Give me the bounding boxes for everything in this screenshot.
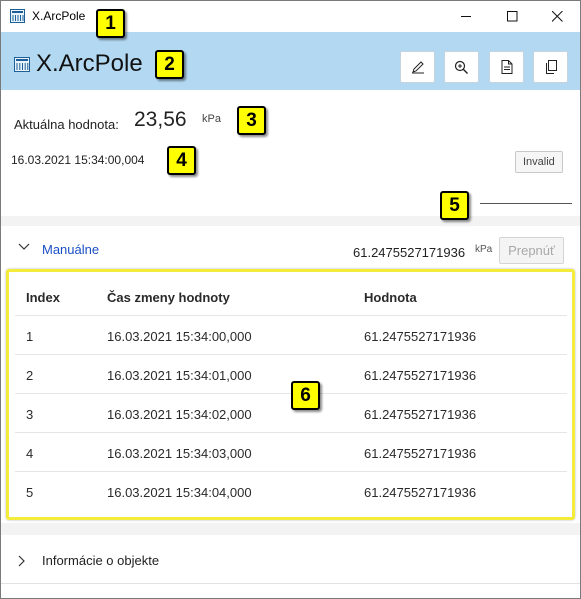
maximize-button[interactable]: [489, 1, 535, 32]
close-button[interactable]: [534, 1, 580, 32]
manual-value: 61.2475527171936: [353, 245, 466, 260]
table-row[interactable]: 5 16.03.2021 15:34:04,000 61.24755271719…: [15, 472, 567, 511]
edit-button[interactable]: [400, 51, 435, 83]
row-time: 16.03.2021 15:34:02,000: [107, 407, 252, 422]
object-icon: [14, 57, 30, 72]
current-value-label: Aktuálna hodnota:: [14, 117, 119, 132]
row-index: 3: [26, 407, 34, 422]
current-value: 23,56: [134, 108, 187, 131]
annotation-marker: 2: [155, 50, 184, 79]
app-icon: [10, 9, 25, 23]
chevron-down-icon[interactable]: [18, 243, 30, 251]
document-icon: [501, 60, 512, 74]
column-header-index[interactable]: Index: [26, 290, 60, 305]
chevron-right-icon[interactable]: [18, 555, 26, 567]
row-index: 2: [26, 368, 34, 383]
annotation-marker: 6: [291, 381, 320, 410]
row-value: 61.2475527171936: [364, 368, 477, 383]
manual-value-unit: kPa: [475, 244, 493, 255]
info-section-toggle[interactable]: Informácie o objekte: [42, 553, 159, 568]
table-header: Index Čas zmeny hodnoty Hodnota: [15, 278, 567, 316]
row-value: 61.2475527171936: [364, 407, 477, 422]
column-header-time[interactable]: Čas zmeny hodnoty: [107, 290, 230, 305]
title-bar: X.ArcPole: [1, 1, 580, 32]
minimize-icon: [460, 16, 471, 17]
section-divider: [1, 523, 580, 535]
annotation-marker: 3: [237, 106, 266, 135]
row-index: 5: [26, 485, 34, 500]
pencil-icon: [411, 61, 424, 74]
minimize-button[interactable]: [443, 1, 489, 32]
copy-button[interactable]: [533, 51, 568, 83]
table-row[interactable]: 4 16.03.2021 15:34:03,000 61.24755271719…: [15, 433, 567, 472]
copy-icon: [545, 60, 557, 74]
zoom-in-icon: [454, 60, 468, 74]
column-header-value[interactable]: Hodnota: [364, 290, 417, 305]
annotation-marker: 5: [440, 191, 469, 220]
row-time: 16.03.2021 15:34:03,000: [107, 446, 252, 461]
table-row[interactable]: 1 16.03.2021 15:34:00,000 61.24755271719…: [15, 316, 567, 355]
annotation-marker: 1: [96, 9, 125, 38]
zoom-button[interactable]: [444, 51, 479, 83]
status-badge: Invalid: [515, 151, 563, 173]
section-divider: [1, 583, 580, 584]
section-divider: [1, 216, 580, 226]
object-header: X.ArcPole: [1, 32, 580, 90]
row-value: 61.2475527171936: [364, 446, 477, 461]
app-window: X.ArcPole X.ArcPole Aktuálna hodnota: 23…: [0, 0, 581, 599]
row-time: 16.03.2021 15:34:04,000: [107, 485, 252, 500]
manual-section-toggle[interactable]: Manuálne: [42, 242, 99, 257]
window-title: X.ArcPole: [32, 9, 86, 23]
document-button[interactable]: [489, 51, 524, 83]
close-icon: [551, 11, 563, 22]
row-time: 16.03.2021 15:34:00,000: [107, 329, 252, 344]
annotation-marker: 4: [167, 146, 196, 175]
current-value-unit: kPa: [202, 113, 221, 125]
page-title: X.ArcPole: [36, 50, 143, 77]
row-value: 61.2475527171936: [364, 329, 477, 344]
maximize-icon: [506, 11, 517, 22]
row-index: 4: [26, 446, 34, 461]
value-dash-line: [480, 203, 572, 204]
row-value: 61.2475527171936: [364, 485, 477, 500]
switch-button[interactable]: Prepnúť: [499, 237, 564, 264]
row-time: 16.03.2021 15:34:01,000: [107, 368, 252, 383]
row-index: 1: [26, 329, 34, 344]
value-timestamp: 16.03.2021 15:34:00,004: [11, 153, 145, 167]
